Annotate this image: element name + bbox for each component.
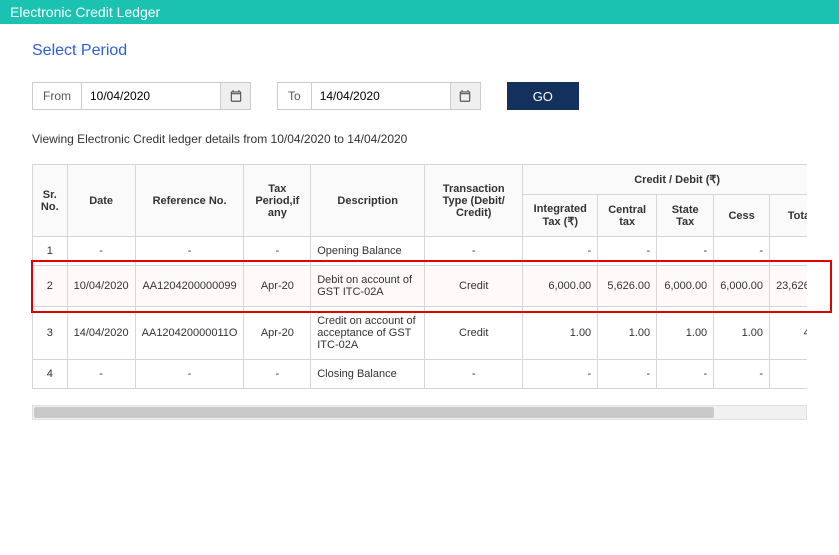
horizontal-scrollbar-thumb[interactable] (34, 407, 714, 418)
cell-central: 1.00 (598, 307, 657, 360)
th-cess: Cess (714, 195, 770, 237)
cell-ref: - (135, 360, 244, 389)
go-button[interactable]: GO (507, 82, 579, 110)
cell-date: - (67, 360, 135, 389)
table-row: 4---Closing Balance------ (33, 360, 808, 389)
table-row: 210/04/2020AA1204200000099Apr-20Debit on… (33, 266, 808, 307)
th-total: Total (770, 195, 807, 237)
cell-desc: Credit on account of acceptance of GST I… (311, 307, 425, 360)
th-date: Date (67, 165, 135, 237)
cell-sr: 4 (33, 360, 68, 389)
cell-desc: Debit on account of GST ITC-02A (311, 266, 425, 307)
cell-sr: 3 (33, 307, 68, 360)
th-credit-debit: Credit / Debit (₹) (523, 165, 807, 195)
to-calendar-button[interactable] (451, 82, 481, 110)
page-title: Electronic Credit Ledger (10, 4, 160, 20)
th-sr: Sr. No. (33, 165, 68, 237)
cell-integrated: 6,000.00 (523, 266, 598, 307)
cell-cess: 6,000.00 (714, 266, 770, 307)
cell-sr: 2 (33, 266, 68, 307)
cell-sr: 1 (33, 237, 68, 266)
cell-ref: - (135, 237, 244, 266)
viewing-text: Viewing Electronic Credit ledger details… (32, 132, 807, 146)
cell-total: - (770, 237, 807, 266)
cell-tax_period: - (244, 360, 311, 389)
cell-desc: Closing Balance (311, 360, 425, 389)
from-date-input[interactable] (81, 82, 221, 110)
cell-state: - (657, 360, 714, 389)
horizontal-scrollbar[interactable] (32, 405, 807, 420)
from-calendar-button[interactable] (221, 82, 251, 110)
table-row: 314/04/2020AA120420000011OApr-20Credit o… (33, 307, 808, 360)
cell-total: 23,626.00 (770, 266, 807, 307)
calendar-icon (458, 89, 472, 103)
cell-integrated: - (523, 360, 598, 389)
cell-date: 14/04/2020 (67, 307, 135, 360)
from-label: From (32, 82, 81, 110)
cell-state: 6,000.00 (657, 266, 714, 307)
cell-central: - (598, 237, 657, 266)
cell-cess: - (714, 360, 770, 389)
cell-tax_period: Apr-20 (244, 266, 311, 307)
th-integrated: Integrated Tax (₹) (523, 195, 598, 237)
page-titlebar: Electronic Credit Ledger (0, 0, 839, 24)
ledger-table: Sr. No. Date Reference No. Tax Period,if… (32, 164, 807, 389)
cell-txn_type: Credit (425, 266, 523, 307)
cell-desc: Opening Balance (311, 237, 425, 266)
ledger-table-scroll[interactable]: Sr. No. Date Reference No. Tax Period,if… (32, 164, 807, 389)
cell-state: 1.00 (657, 307, 714, 360)
cell-integrated: 1.00 (523, 307, 598, 360)
to-date-group: To (277, 82, 481, 110)
th-state: State Tax (657, 195, 714, 237)
th-txn-type: Transaction Type (Debit/ Credit) (425, 165, 523, 237)
to-date-input[interactable] (311, 82, 451, 110)
th-tax-period: Tax Period,if any (244, 165, 311, 237)
calendar-icon (229, 89, 243, 103)
cell-central: 5,626.00 (598, 266, 657, 307)
cell-date: - (67, 237, 135, 266)
cell-integrated: - (523, 237, 598, 266)
th-ref: Reference No. (135, 165, 244, 237)
cell-tax_period: Apr-20 (244, 307, 311, 360)
period-filter-row: From To GO (32, 82, 807, 110)
th-desc: Description (311, 165, 425, 237)
cell-txn_type: Credit (425, 307, 523, 360)
to-label: To (277, 82, 311, 110)
from-date-group: From (32, 82, 251, 110)
cell-total: 4.00 (770, 307, 807, 360)
cell-state: - (657, 237, 714, 266)
cell-txn_type: - (425, 237, 523, 266)
th-central: Central tax (598, 195, 657, 237)
cell-cess: - (714, 237, 770, 266)
cell-tax_period: - (244, 237, 311, 266)
cell-cess: 1.00 (714, 307, 770, 360)
table-row: 1---Opening Balance------ (33, 237, 808, 266)
cell-txn_type: - (425, 360, 523, 389)
cell-date: 10/04/2020 (67, 266, 135, 307)
cell-ref: AA1204200000099 (135, 266, 244, 307)
section-heading: Select Period (32, 42, 807, 60)
cell-total: - (770, 360, 807, 389)
cell-central: - (598, 360, 657, 389)
cell-ref: AA120420000011O (135, 307, 244, 360)
